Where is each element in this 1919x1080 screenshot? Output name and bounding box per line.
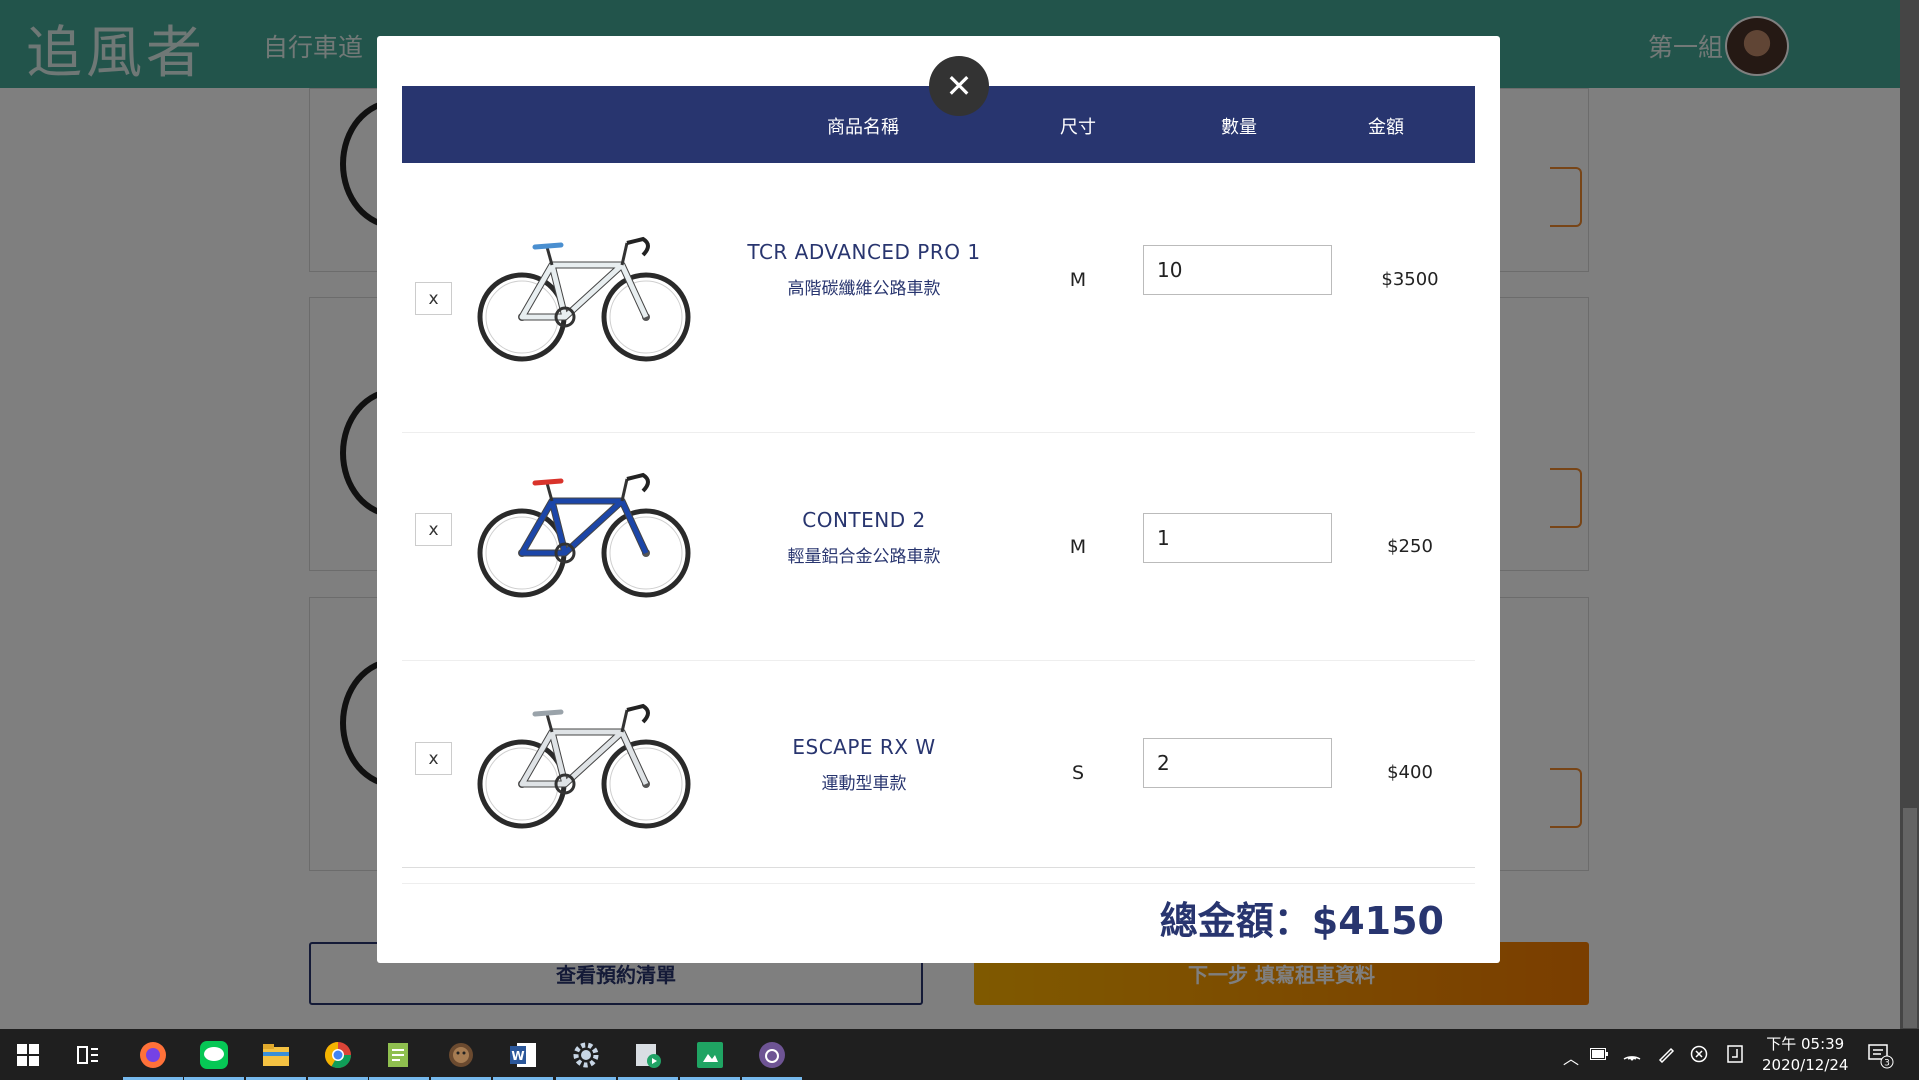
github-icon[interactable]: [742, 1037, 802, 1080]
bear-app-icon[interactable]: [431, 1037, 491, 1080]
product-name-en: CONTEND 2: [802, 508, 926, 532]
product-size: M: [1069, 269, 1087, 291]
task-view-icon[interactable]: [70, 1037, 106, 1073]
column-header-amount: 金額: [1368, 117, 1404, 138]
product-name: TCR ADVANCED PRO 1 高階碳纖維公路車款: [747, 240, 980, 299]
bike-image: [477, 236, 691, 362]
notepad-icon[interactable]: [369, 1037, 429, 1080]
column-header-qty: 數量: [1221, 117, 1257, 138]
product-name-zh: 輕量鋁合金公路車款: [787, 547, 941, 567]
product-name-zh: 運動型車款: [821, 774, 907, 794]
battery-icon[interactable]: [1590, 1045, 1608, 1064]
file-explorer-icon[interactable]: [246, 1037, 306, 1080]
svg-text:W: W: [511, 1049, 524, 1063]
product-name-zh: 高階碳纖維公路車款: [787, 279, 941, 299]
firefox-icon[interactable]: [123, 1037, 183, 1080]
bike-image: [477, 472, 691, 598]
cart-row: x CONTEND 2 輕量鋁合金公路車款 M $250: [402, 433, 1475, 661]
close-modal-button[interactable]: ✕: [929, 56, 989, 116]
input-method-icon[interactable]: [1727, 1045, 1743, 1067]
pen-icon[interactable]: [1657, 1045, 1675, 1067]
quantity-input[interactable]: [1143, 245, 1332, 295]
cart-row: x ESCAPE RX W 運動型車款 S $400: [402, 661, 1475, 884]
quantity-input[interactable]: [1143, 513, 1332, 563]
product-name: CONTEND 2 輕量鋁合金公路車款: [788, 508, 941, 567]
item-amount: $3500: [1381, 269, 1439, 290]
system-clock[interactable]: 下午 05:39 2020/12/24: [1762, 1034, 1848, 1076]
column-header-size: 尺寸: [1060, 117, 1096, 138]
media-icon[interactable]: [618, 1037, 678, 1080]
bike-image: [477, 703, 691, 829]
word-icon[interactable]: W: [493, 1037, 553, 1080]
settings-icon[interactable]: [556, 1037, 616, 1080]
notification-count: 3: [1884, 1059, 1890, 1069]
volume-muted-icon[interactable]: [1690, 1045, 1708, 1067]
cart-modal: 商品名稱 尺寸 數量 金額 x TCR ADVANCED PRO 1 高階碳纖維…: [377, 36, 1500, 963]
sheets-icon[interactable]: [680, 1037, 740, 1080]
close-icon: ✕: [945, 67, 973, 105]
chrome-icon[interactable]: [308, 1037, 368, 1080]
quantity-input[interactable]: [1143, 738, 1332, 788]
product-name: ESCAPE RX W 運動型車款: [792, 735, 935, 794]
remove-item-button[interactable]: x: [415, 742, 452, 775]
remove-item-button[interactable]: x: [415, 513, 452, 546]
item-amount: $250: [1387, 536, 1433, 557]
remove-item-button[interactable]: x: [415, 282, 452, 315]
notification-center-icon[interactable]: 3: [1866, 1041, 1894, 1069]
clock-time: 下午 05:39: [1766, 1035, 1845, 1053]
windows-start-icon[interactable]: [10, 1037, 46, 1073]
column-header-name: 商品名稱: [827, 117, 899, 138]
total-divider: [402, 867, 1475, 868]
item-amount: $400: [1387, 762, 1433, 783]
product-size: M: [1069, 536, 1087, 558]
windows-taskbar: W ︿ 下午 05:39 2020/12/24 3: [0, 1029, 1919, 1080]
cart-row: x TCR ADVANCED PRO 1 高階碳纖維公路車款 M $3500: [402, 163, 1475, 433]
clock-date: 2020/12/24: [1762, 1056, 1849, 1074]
wifi-icon[interactable]: [1623, 1045, 1641, 1065]
chevron-up-icon[interactable]: ︿: [1563, 1045, 1579, 1069]
product-name-en: TCR ADVANCED PRO 1: [747, 240, 981, 264]
line-icon[interactable]: [184, 1037, 244, 1080]
total-amount: 總金額：$4150: [1159, 899, 1444, 943]
product-size: S: [1071, 762, 1085, 784]
product-name-en: ESCAPE RX W: [792, 735, 936, 759]
